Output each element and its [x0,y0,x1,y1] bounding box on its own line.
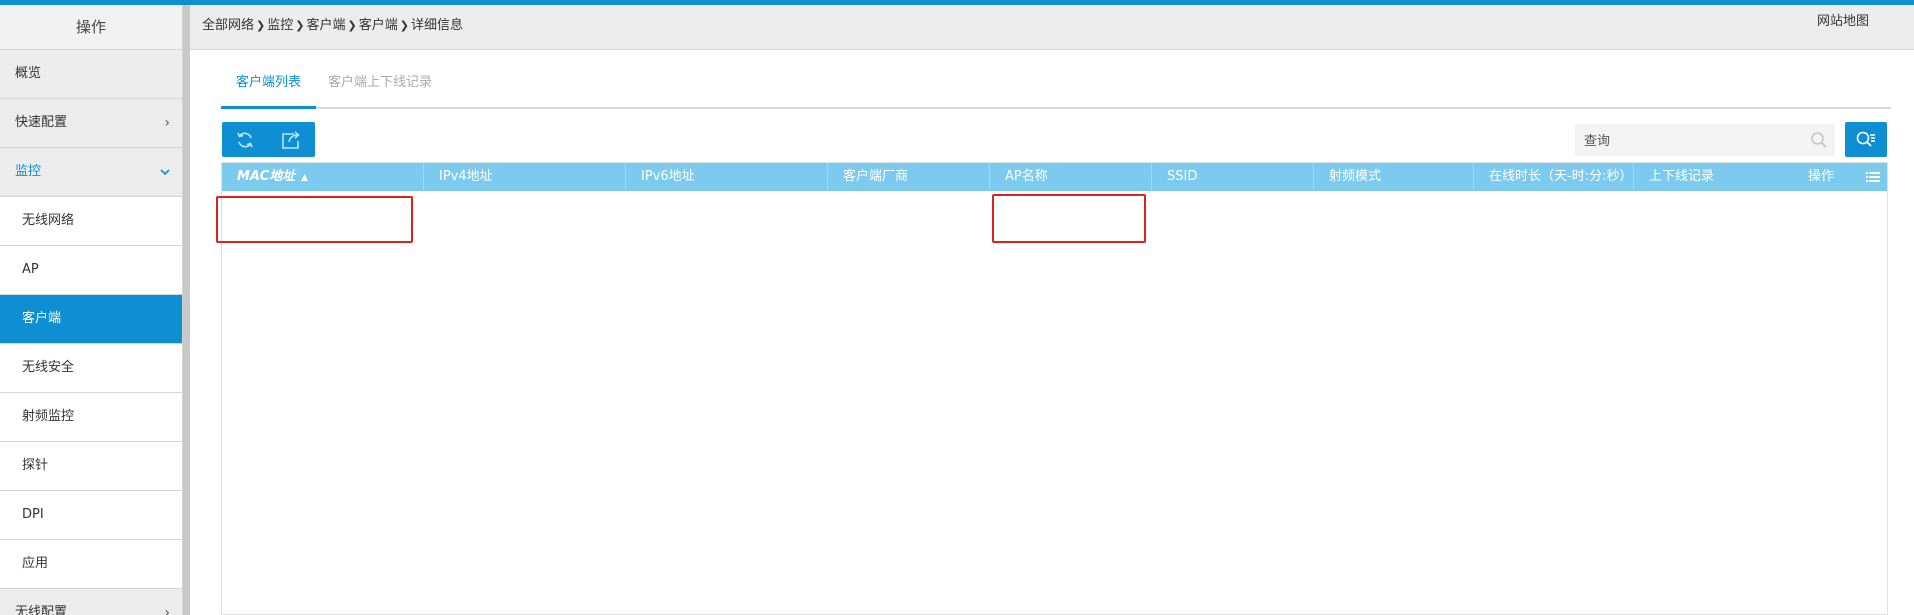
export-button[interactable] [268,122,314,157]
sidebar-item-rf-monitor[interactable]: 射频监控 [0,393,182,442]
search-icon [1811,132,1827,148]
column-header-ipv6[interactable]: IPv6地址 [626,163,828,191]
breadcrumb-item[interactable]: 全部网络 [202,18,254,33]
toolbar [222,122,315,157]
sidebar-item-label: 监控 [15,164,42,179]
sidebar-item-monitor[interactable]: 监控 [0,148,182,197]
sort-asc-icon: ▲ [301,173,309,183]
breadcrumb-bar: 全部网络 ❯ 监控 ❯ 客户端 ❯ 客户端 ❯ 详细信息 网站地图 [190,5,1914,50]
column-header-ssid[interactable]: SSID [1152,163,1314,191]
sidebar-item-label: 客户端 [22,311,62,326]
sidebar-item-client[interactable]: 客户端 [0,295,182,344]
tab-client-list[interactable]: 客户端列表 [221,66,317,109]
column-header-actions[interactable]: 操作 [1796,163,1862,191]
column-header-online-records[interactable]: 上下线记录 [1634,163,1796,191]
sidebar-item-probe[interactable]: 探针 [0,442,182,491]
chevron-right-icon: ❯ [295,19,305,32]
chevron-right-icon: ❯ [399,19,409,32]
advanced-search-icon [1856,131,1875,147]
breadcrumb: 全部网络 ❯ 监控 ❯ 客户端 ❯ 客户端 ❯ 详细信息 [202,5,463,47]
sitemap-link[interactable]: 网站地图 [1817,10,1869,29]
chevron-down-icon [160,148,170,196]
breadcrumb-item[interactable]: 客户端 [359,18,398,33]
column-label: MAC地址 [237,169,296,184]
refresh-icon [237,132,253,147]
column-header-vendor[interactable]: 客户端厂商 [828,163,990,191]
sidebar-item-wireless-config[interactable]: 无线配置 › [0,589,182,615]
sidebar-item-label: 概览 [15,66,42,81]
highlight-box-mac [216,196,413,243]
sidebar-item-dpi[interactable]: DPI [0,491,182,540]
sidebar-item-label: DPI [22,507,44,522]
sidebar-item-overview[interactable]: 概览 [0,50,182,99]
column-settings-icon[interactable] [1865,169,1881,185]
sidebar-item-wireless-network[interactable]: 无线网络 [0,197,182,246]
chevron-right-icon: › [164,115,170,131]
sidebar-item-label: 无线配置 [15,605,68,615]
sidebar-item-ap[interactable]: AP [0,246,182,295]
highlight-box-ap-name [992,194,1146,243]
tab-client-online-records[interactable]: 客户端上下线记录 [313,66,447,109]
breadcrumb-item[interactable]: 客户端 [306,18,345,33]
sidebar-scrollbar[interactable] [183,5,190,615]
sidebar: 操作 概览 快速配置 › 监控 无线网络 AP 客户端 无线安全 射频监控 探针 … [0,5,183,615]
sidebar-item-label: 无线网络 [22,213,75,228]
breadcrumb-item[interactable]: 监控 [267,18,293,33]
tab-bar: 客户端列表 客户端上下线记录 [221,66,1891,109]
sidebar-item-label: AP [22,262,39,277]
table-header: MAC地址 ▲ IPv4地址 IPv6地址 客户端厂商 AP名称 SSID 射频模… [222,163,1887,191]
export-icon [282,130,300,149]
chevron-right-icon: ❯ [347,19,357,32]
sidebar-item-label: 无线安全 [22,360,75,375]
chevron-right-icon: › [164,605,170,615]
sidebar-item-label: 应用 [22,556,49,571]
column-header-online-duration[interactable]: 在线时长（天-时:分:秒） [1474,163,1634,191]
sidebar-item-label: 射频监控 [22,409,75,424]
sidebar-header: 操作 [0,5,182,50]
sidebar-item-label: 快速配置 [15,115,68,130]
sidebar-item-wireless-security[interactable]: 无线安全 [0,344,182,393]
sidebar-item-application[interactable]: 应用 [0,540,182,589]
advanced-search-button[interactable] [1845,122,1887,157]
refresh-button[interactable] [222,122,268,157]
column-header-rf-mode[interactable]: 射频模式 [1314,163,1474,191]
column-header-ap-name[interactable]: AP名称 [990,163,1152,191]
column-header-ipv4[interactable]: IPv4地址 [424,163,626,191]
chevron-right-icon: ❯ [256,19,266,32]
column-header-mac[interactable]: MAC地址 ▲ [222,163,424,191]
sidebar-item-quick-config[interactable]: 快速配置 › [0,99,182,148]
sidebar-item-label: 探针 [22,458,49,473]
breadcrumb-current: 详细信息 [410,18,463,33]
search-input[interactable] [1575,124,1835,156]
